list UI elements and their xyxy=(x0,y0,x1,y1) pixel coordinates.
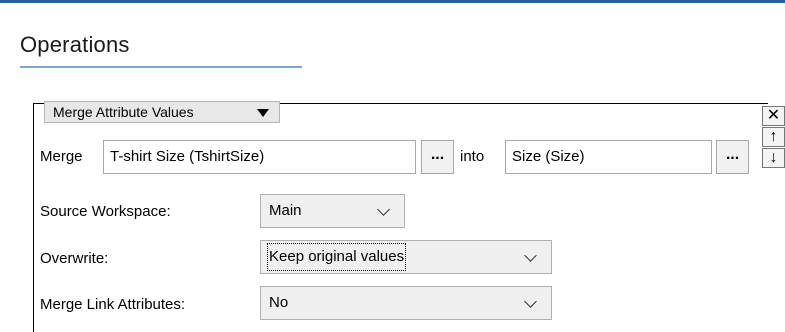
chevron-down-icon xyxy=(524,295,537,308)
move-down-button[interactable]: ↓ xyxy=(762,148,785,168)
merge-link-attributes-label: Merge Link Attributes: xyxy=(40,296,186,313)
arrow-down-icon: ↓ xyxy=(769,149,778,166)
merge-label: Merge xyxy=(40,148,83,165)
triangle-down-icon xyxy=(257,109,269,117)
close-icon: ✕ xyxy=(766,107,781,124)
chevron-down-icon xyxy=(377,203,390,216)
overwrite-value: Keep original values xyxy=(265,241,408,273)
operation-type-select[interactable]: Merge Attribute Values xyxy=(44,101,280,123)
source-workspace-value: Main xyxy=(269,202,302,219)
chevron-down-icon xyxy=(524,249,537,262)
operation-type-label: Merge Attribute Values xyxy=(53,104,194,120)
group-box-left-border xyxy=(33,103,34,332)
overwrite-label: Overwrite: xyxy=(40,250,109,267)
arrow-up-icon: ↑ xyxy=(769,128,778,145)
merge-link-attributes-value: No xyxy=(269,294,289,311)
source-attribute-field[interactable]: T-shirt Size (TshirtSize) xyxy=(103,140,416,174)
title-underline xyxy=(20,66,302,68)
target-attribute-field[interactable]: Size (Size) xyxy=(505,140,712,174)
top-accent-bar xyxy=(0,0,785,3)
merge-link-attributes-dropdown[interactable]: No xyxy=(260,286,552,320)
remove-operation-button[interactable]: ✕ xyxy=(762,106,785,126)
into-label: into xyxy=(460,148,485,165)
overwrite-dropdown[interactable]: Keep original values xyxy=(260,240,552,274)
panel-title: Operations xyxy=(20,32,130,57)
target-browse-button[interactable]: ... xyxy=(716,140,749,174)
source-browse-button[interactable]: ... xyxy=(421,140,454,174)
source-workspace-dropdown[interactable]: Main xyxy=(260,194,405,228)
move-up-button[interactable]: ↑ xyxy=(762,127,785,147)
source-workspace-label: Source Workspace: xyxy=(40,203,171,220)
